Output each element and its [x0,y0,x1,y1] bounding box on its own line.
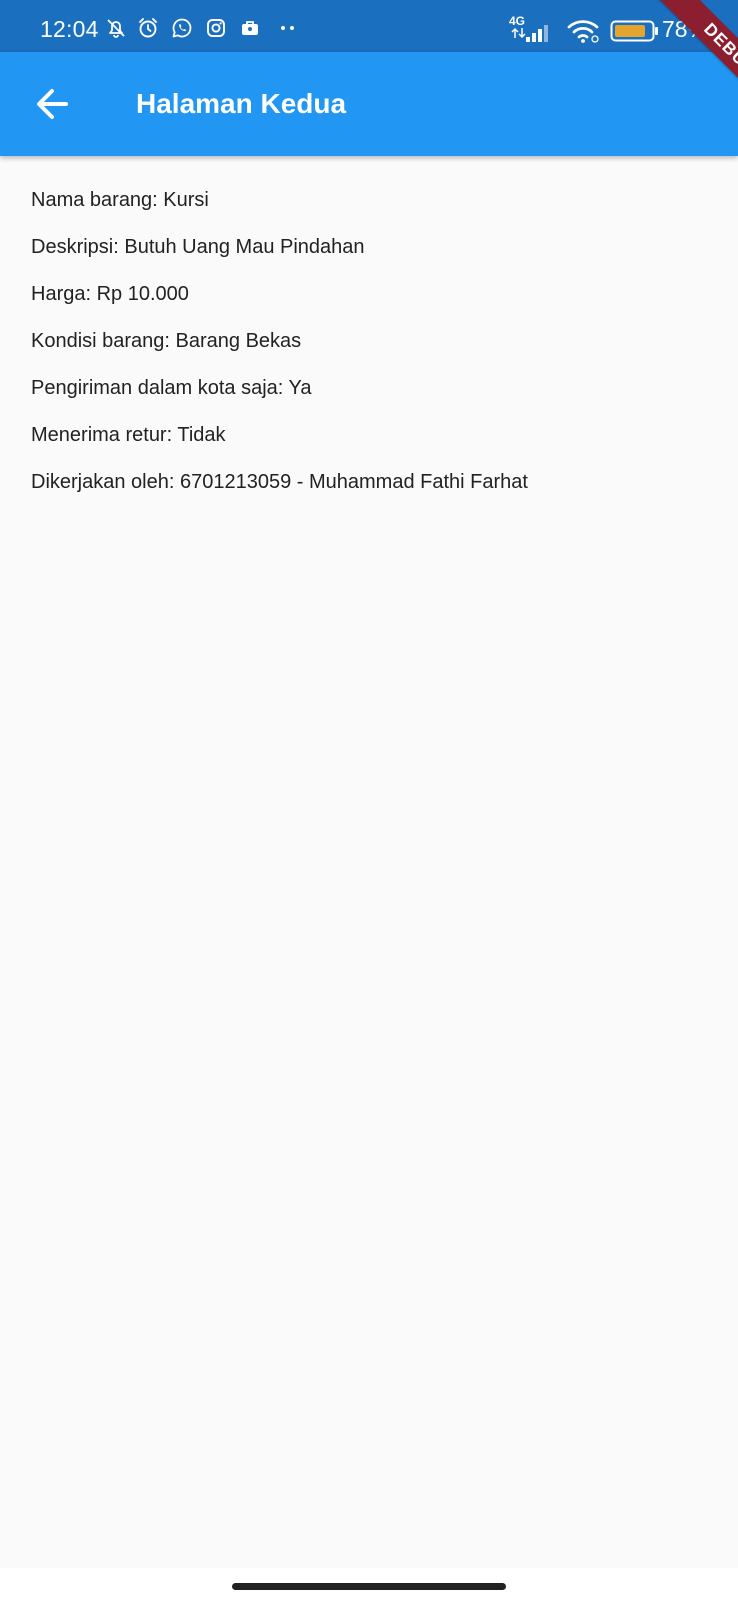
notifications-off-icon [104,16,128,40]
return-policy-text: Menerima retur: Tidak [31,424,226,446]
page-title: Halaman Kedua [136,88,347,119]
instagram-icon [204,16,228,40]
delivery-area-text: Pengiriman dalam kota saja: Ya [31,377,312,399]
more-dots-icon [276,16,300,40]
item-details: Nama barang: Kursi Deskripsi: Butuh Uang… [31,186,711,515]
whatsapp-icon [170,16,194,40]
work-bag-icon [238,16,262,40]
back-button[interactable] [28,80,76,128]
home-indicator[interactable] [232,1583,506,1590]
battery-icon [610,20,662,44]
wifi-icon [566,18,602,43]
status-time: 12:04 [40,16,99,42]
arrow-back-icon [37,89,68,119]
status-bar: 12:04 4G 78% [0,0,738,52]
app-bar: Halaman Kedua [0,52,738,156]
item-condition-text: Kondisi barang: Barang Bekas [31,330,302,352]
author-text: Dikerjakan oleh: 6701213059 - Muhammad F… [31,471,528,493]
alarm-icon [136,16,160,40]
signal-icon [510,22,556,46]
item-price-text: Harga: Rp 10.000 [31,283,189,305]
item-description-text: Deskripsi: Butuh Uang Mau Pindahan [31,236,365,258]
item-name-text: Nama barang: Kursi [31,189,209,211]
